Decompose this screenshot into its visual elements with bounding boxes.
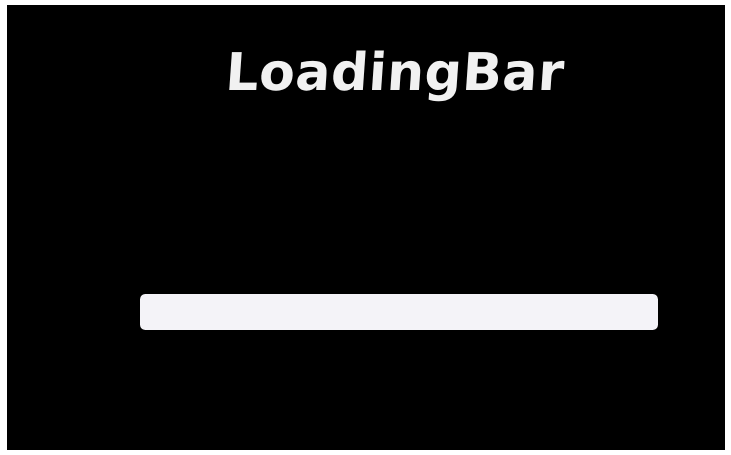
loading-bar-fill: [140, 294, 658, 330]
loading-screen: LoadingBar: [7, 5, 725, 450]
loading-bar: [140, 294, 658, 330]
page-title: LoadingBar: [223, 43, 567, 103]
